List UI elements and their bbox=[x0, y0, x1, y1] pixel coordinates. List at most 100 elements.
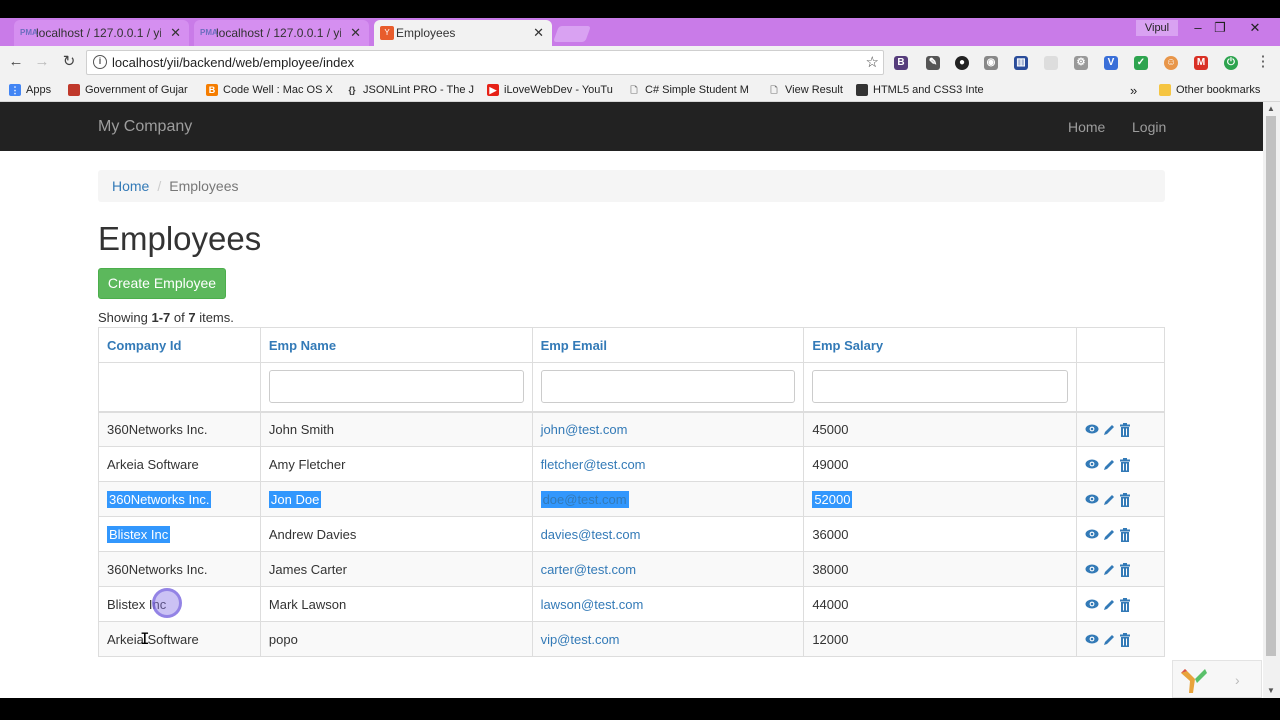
filter-cell-actions bbox=[1076, 362, 1165, 413]
delete-icon[interactable] bbox=[1119, 562, 1135, 577]
delete-icon[interactable] bbox=[1119, 492, 1135, 507]
bookmark-codewell[interactable]: B Code Well : Mac OS X bbox=[206, 82, 333, 98]
power-extension-icon[interactable]: ⏻ bbox=[1224, 56, 1238, 70]
restore-icon[interactable]: ❐ bbox=[1208, 19, 1232, 37]
view-icon[interactable] bbox=[1085, 563, 1101, 577]
browser-tab-1[interactable]: PMA localhost / 127.0.0.1 / yii ✕ bbox=[14, 20, 189, 46]
emp-email-cell: davies@test.com bbox=[531, 516, 805, 552]
emp-name-cell-text: James Carter bbox=[268, 561, 347, 577]
bootstrap-extension-icon[interactable]: B bbox=[894, 56, 908, 70]
emp-email-cell-text[interactable]: john@test.com bbox=[541, 422, 628, 437]
chart-extension-icon[interactable]: ▥ bbox=[1014, 56, 1028, 70]
update-icon[interactable] bbox=[1102, 493, 1118, 507]
bookmark-ilovewebdev[interactable]: ▶ iLoveWebDev - YouTu bbox=[487, 82, 613, 98]
other-bookmarks-folder[interactable]: Other bookmarks bbox=[1159, 82, 1260, 98]
close-tab-icon[interactable]: ✕ bbox=[350, 25, 361, 41]
update-icon[interactable] bbox=[1102, 458, 1118, 472]
emp-email-cell-text[interactable]: lawson@test.com bbox=[541, 597, 644, 612]
update-icon[interactable] bbox=[1102, 563, 1118, 577]
delete-icon[interactable] bbox=[1119, 457, 1135, 472]
table-row: 360Networks Inc. John Smith john@test.com 4… bbox=[98, 411, 1165, 447]
summary-mid: of bbox=[170, 310, 189, 325]
camera-extension-icon[interactable]: ◉ bbox=[984, 56, 998, 70]
scroll-up-arrow-icon[interactable]: ▲ bbox=[1267, 104, 1275, 113]
check-extension-icon[interactable]: ✓ bbox=[1134, 56, 1148, 70]
close-tab-icon[interactable]: ✕ bbox=[170, 25, 181, 41]
emp-email-cell: vip@test.com bbox=[531, 621, 805, 657]
filter-emp-name-input[interactable] bbox=[268, 370, 524, 404]
update-icon[interactable] bbox=[1102, 423, 1118, 437]
view-icon[interactable] bbox=[1085, 423, 1101, 437]
emp-email-cell-text[interactable]: davies@test.com bbox=[541, 527, 641, 542]
browser-tab-2[interactable]: PMA localhost / 127.0.0.1 / yii ✕ bbox=[194, 20, 369, 46]
view-icon[interactable] bbox=[1085, 528, 1101, 542]
update-icon[interactable] bbox=[1102, 633, 1118, 647]
new-tab-button[interactable] bbox=[553, 26, 591, 42]
delete-icon[interactable] bbox=[1119, 597, 1135, 612]
nav-login-link[interactable]: Login bbox=[1132, 119, 1166, 135]
create-employee-button[interactable]: Create Employee bbox=[98, 268, 226, 299]
row-actions-cell bbox=[1076, 411, 1165, 447]
bookmark-gujarat[interactable]: Government of Gujar bbox=[68, 82, 188, 98]
profile-button[interactable]: Vipul bbox=[1136, 20, 1178, 36]
scroll-down-arrow-icon[interactable]: ▼ bbox=[1267, 686, 1275, 695]
site-navbar: My Company Home Login bbox=[0, 102, 1263, 151]
gmail-extension-icon[interactable]: M bbox=[1194, 56, 1208, 70]
site-info-icon[interactable]: i bbox=[93, 55, 107, 69]
emp-email-cell-text[interactable]: fletcher@test.com bbox=[541, 457, 646, 472]
emp-email-cell-text[interactable]: doe@test.com bbox=[540, 490, 629, 508]
page-scrollbar[interactable]: ▲ ▼ bbox=[1263, 102, 1280, 698]
minimize-icon[interactable]: – bbox=[1186, 19, 1210, 37]
column-header-emp-email[interactable]: Emp Email bbox=[531, 327, 805, 363]
update-icon[interactable] bbox=[1102, 528, 1118, 542]
breadcrumb-home-link[interactable]: Home bbox=[112, 178, 149, 194]
view-icon[interactable] bbox=[1085, 598, 1101, 612]
pen-extension-icon[interactable]: ✎ bbox=[926, 56, 940, 70]
filter-emp-email-input[interactable] bbox=[540, 370, 796, 404]
column-header-company-id[interactable]: Company Id bbox=[98, 327, 261, 363]
bookmark-html5[interactable]: HTML5 and CSS3 Inte bbox=[856, 82, 984, 98]
v-extension-icon[interactable]: V bbox=[1104, 56, 1118, 70]
bookmark-csharp[interactable]: 🗋 C# Simple Student M bbox=[628, 82, 749, 98]
emp-email-cell-text[interactable]: vip@test.com bbox=[541, 632, 620, 647]
delete-icon[interactable] bbox=[1119, 632, 1135, 647]
emp-salary-cell-text: 36000 bbox=[812, 526, 849, 542]
menu-dots-icon[interactable]: ⋮ bbox=[1254, 53, 1272, 71]
column-header-emp-salary[interactable]: Emp Salary bbox=[803, 327, 1077, 363]
filter-emp-salary-input[interactable] bbox=[812, 370, 1068, 404]
dark-extension-icon[interactable]: ● bbox=[955, 56, 969, 70]
delete-icon[interactable] bbox=[1119, 423, 1135, 438]
view-icon[interactable] bbox=[1085, 633, 1101, 647]
moon-extension-icon[interactable] bbox=[1044, 56, 1058, 70]
bookmark-viewresult[interactable]: 🗋 View Result bbox=[768, 82, 843, 98]
bookmarks-overflow-button[interactable]: » bbox=[1130, 82, 1137, 98]
browser-tab-3[interactable]: Y Employees ✕ bbox=[374, 20, 552, 46]
emp-salary-cell: 38000 bbox=[803, 551, 1077, 587]
summary-suffix: items. bbox=[195, 310, 234, 325]
forward-icon[interactable]: → bbox=[33, 53, 51, 71]
smile-extension-icon[interactable]: ☺ bbox=[1164, 56, 1178, 70]
view-icon[interactable] bbox=[1085, 458, 1101, 472]
yii-icon: Y bbox=[380, 26, 394, 40]
page-icon: 🗋 bbox=[770, 85, 778, 95]
gear-extension-icon[interactable]: ⚙ bbox=[1074, 56, 1088, 70]
folder-icon bbox=[1159, 84, 1171, 96]
close-window-icon[interactable]: ✕ bbox=[1243, 19, 1267, 37]
brand-link[interactable]: My Company bbox=[98, 118, 192, 136]
bookmark-star-icon[interactable]: ☆ bbox=[866, 53, 879, 71]
view-icon[interactable] bbox=[1085, 493, 1101, 507]
bookmark-jsonlint[interactable]: {} JSONLint PRO - The J bbox=[346, 82, 474, 98]
delete-icon[interactable] bbox=[1119, 527, 1135, 542]
update-icon[interactable] bbox=[1102, 598, 1118, 612]
back-icon[interactable]: ← bbox=[7, 53, 25, 71]
column-header-emp-name[interactable]: Emp Name bbox=[259, 327, 533, 363]
bookmark-apps[interactable]: ⋮ Apps bbox=[9, 82, 51, 98]
close-tab-icon[interactable]: ✕ bbox=[533, 25, 544, 41]
nav-home-link[interactable]: Home bbox=[1068, 119, 1105, 135]
scrollbar-thumb[interactable] bbox=[1266, 116, 1276, 656]
reload-icon[interactable]: ↻ bbox=[60, 53, 78, 71]
address-bar[interactable]: i localhost/yii/backend/web/employee/ind… bbox=[86, 50, 884, 75]
yii-debug-toolbar[interactable]: › bbox=[1172, 660, 1262, 698]
emp-email-cell-text[interactable]: carter@test.com bbox=[541, 562, 637, 577]
address-url[interactable]: localhost/yii/backend/web/employee/index bbox=[112, 55, 354, 70]
